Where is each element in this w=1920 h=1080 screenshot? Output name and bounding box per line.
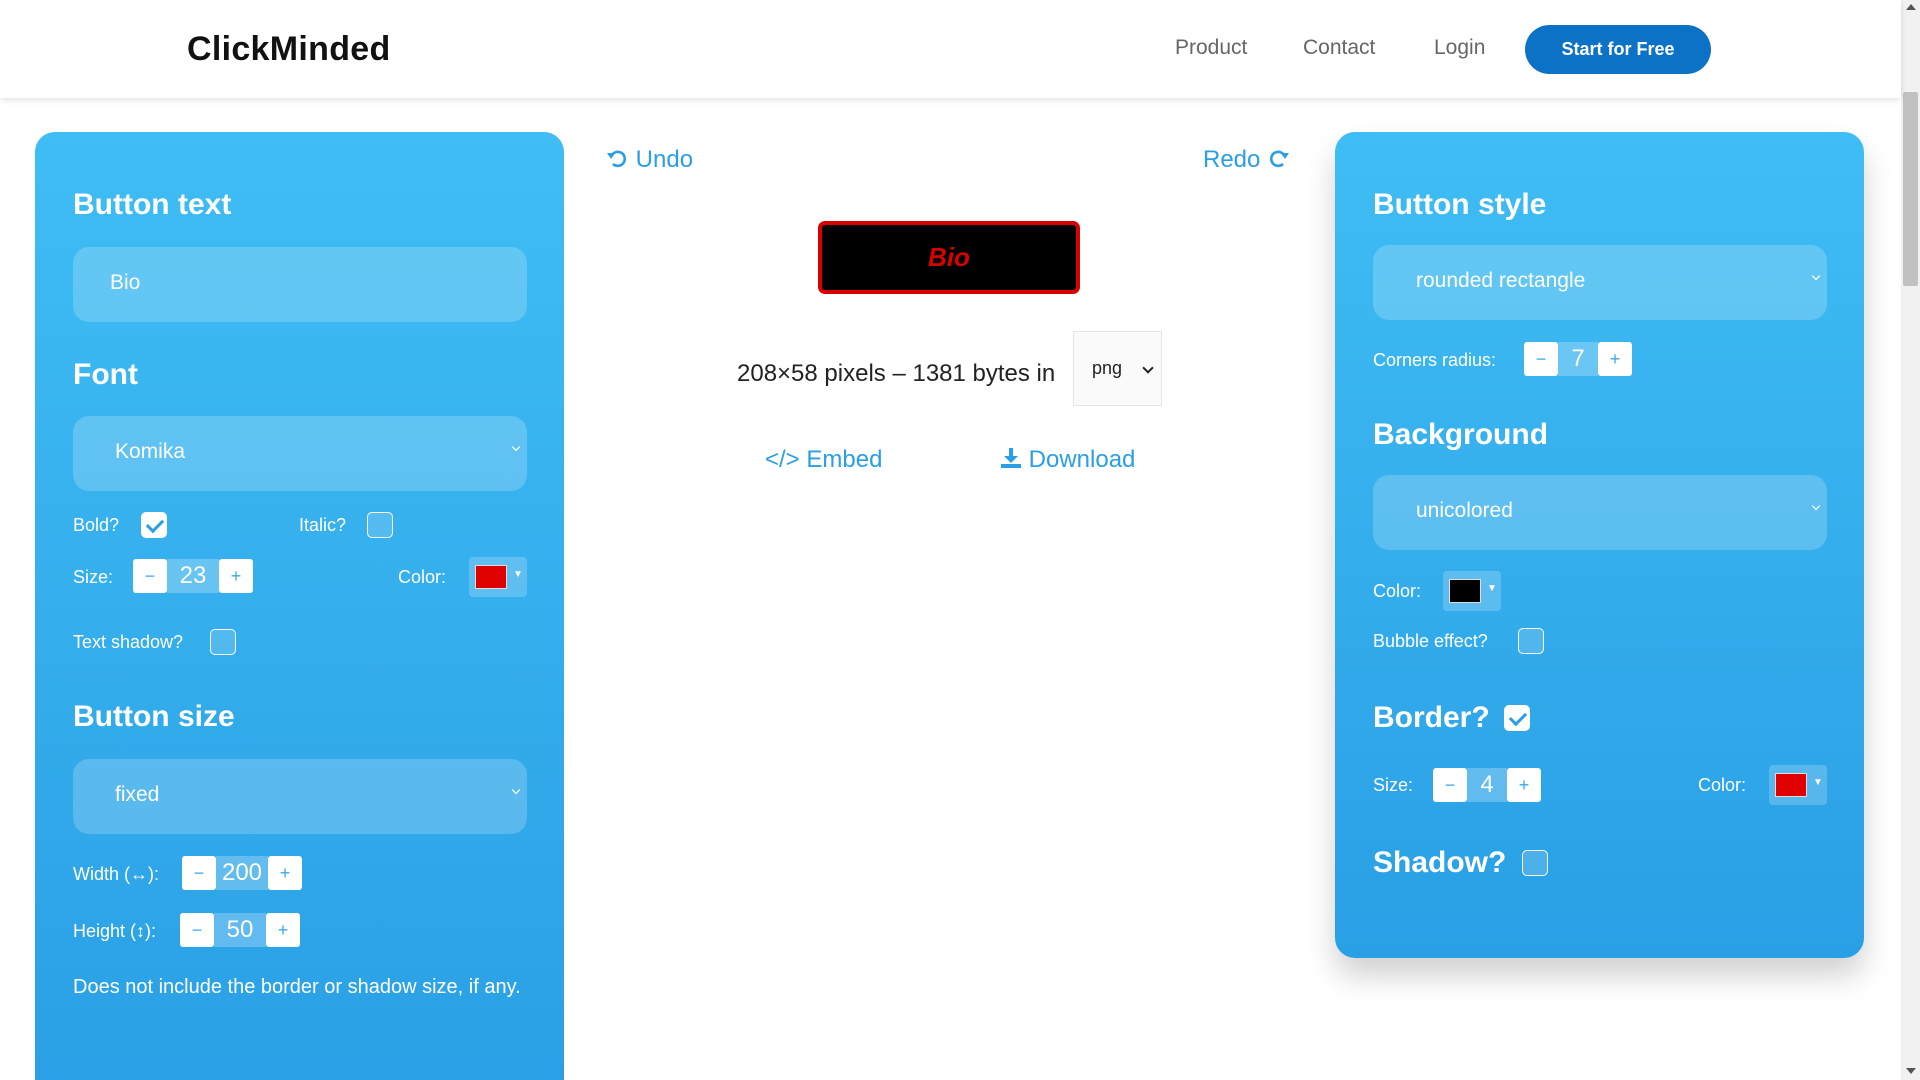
font-size-value[interactable]: 23 (167, 559, 219, 593)
button-size-select[interactable]: fixed (73, 759, 527, 834)
border-color-picker[interactable]: ▼ (1769, 765, 1827, 805)
background-color-picker[interactable]: ▼ (1443, 571, 1501, 611)
italic-checkbox[interactable] (367, 512, 393, 538)
height-decrement-button[interactable]: − (180, 913, 214, 947)
format-value: png (1092, 358, 1123, 378)
download-icon (1001, 448, 1021, 468)
top-navbar: ClickMinded Product Contact Login Start … (0, 0, 1901, 98)
text-color-picker[interactable]: ▼ (469, 557, 527, 597)
shadow-title: Shadow? (1373, 846, 1507, 879)
button-style-value: rounded rectangle (1416, 269, 1586, 292)
style-settings-panel: Button style rounded rectangle Corners r… (1335, 132, 1864, 958)
image-meta-text: 208×58 pixels – 1381 bytes in (737, 360, 1056, 387)
font-size-increment-button[interactable]: + (219, 559, 253, 593)
font-value: Komika (115, 440, 186, 463)
undo-label: Undo (635, 146, 694, 173)
text-shadow-label: Text shadow? (73, 632, 184, 652)
redo-icon (1270, 150, 1290, 168)
background-value: unicolored (1416, 499, 1513, 522)
height-label: Height (↕): (73, 921, 157, 941)
corners-radius-decrement-button[interactable]: − (1524, 342, 1558, 376)
chevron-down-icon (1142, 362, 1154, 374)
border-color-label: Color: (1698, 775, 1747, 795)
border-color-swatch (1775, 773, 1807, 797)
text-color-swatch (475, 565, 507, 589)
font-select[interactable]: Komika (73, 416, 527, 491)
button-text-input[interactable]: Bio (73, 247, 527, 322)
font-title: Font (73, 358, 138, 391)
background-title: Background (1373, 418, 1549, 451)
border-title: Border? (1373, 701, 1490, 734)
nav-product-link[interactable]: Product (1175, 36, 1247, 60)
border-size-increment-button[interactable]: + (1507, 768, 1541, 802)
chevron-down-icon (511, 442, 521, 452)
width-value[interactable]: 200 (216, 856, 268, 890)
corners-radius-label: Corners radius: (1373, 350, 1497, 370)
scroll-thumb[interactable] (1903, 92, 1918, 286)
redo-label: Redo (1203, 146, 1261, 173)
scroll-up-arrow-icon[interactable] (1906, 4, 1916, 10)
height-stepper: − 50 + (180, 913, 300, 947)
embed-label: Embed (806, 446, 883, 473)
width-increment-button[interactable]: + (268, 856, 302, 890)
size-note: Does not include the border or shadow si… (73, 976, 521, 998)
download-label: Download (1028, 446, 1136, 473)
height-value[interactable]: 50 (214, 913, 266, 947)
undo-button[interactable]: Undo (605, 146, 693, 174)
bold-checkbox[interactable] (141, 512, 167, 538)
button-size-value: fixed (115, 783, 160, 806)
site-logo[interactable]: ClickMinded (187, 30, 391, 69)
font-size-label: Size: (73, 567, 114, 587)
download-button[interactable]: Download (1000, 446, 1135, 474)
redo-button[interactable]: Redo (1203, 146, 1291, 174)
text-shadow-checkbox[interactable] (210, 629, 236, 655)
caret-down-icon: ▼ (1813, 777, 1823, 788)
background-select[interactable]: unicolored (1373, 475, 1827, 550)
format-select[interactable]: png (1073, 331, 1162, 406)
border-checkbox[interactable] (1504, 705, 1530, 731)
corners-radius-value[interactable]: 7 (1558, 342, 1598, 376)
corners-radius-increment-button[interactable]: + (1598, 342, 1632, 376)
text-settings-panel: Button text Bio Font Komika Bold? Italic… (35, 132, 564, 1080)
width-decrement-button[interactable]: − (182, 856, 216, 890)
width-stepper: − 200 + (182, 856, 302, 890)
background-color-label: Color: (1373, 581, 1422, 601)
shadow-checkbox[interactable] (1522, 850, 1548, 876)
border-size-value[interactable]: 4 (1467, 768, 1507, 802)
button-text-title: Button text (73, 188, 232, 221)
scroll-down-arrow-icon[interactable] (1906, 1068, 1916, 1074)
button-style-title: Button style (1373, 188, 1547, 221)
font-size-decrement-button[interactable]: − (133, 559, 167, 593)
font-size-stepper: − 23 + (133, 559, 253, 593)
border-size-decrement-button[interactable]: − (1433, 768, 1467, 802)
bubble-effect-checkbox[interactable] (1518, 628, 1544, 654)
height-increment-button[interactable]: + (266, 913, 300, 947)
undo-icon (607, 150, 626, 168)
corners-radius-stepper: − 7 + (1524, 342, 1632, 376)
caret-down-icon: ▼ (513, 569, 523, 580)
embed-button[interactable]: </> Embed (765, 446, 882, 474)
italic-label: Italic? (299, 515, 347, 535)
background-color-swatch (1449, 579, 1481, 603)
bold-label: Bold? (73, 515, 120, 535)
text-color-label: Color: (398, 567, 447, 587)
nav-contact-link[interactable]: Contact (1303, 36, 1375, 60)
border-size-label: Size: (1373, 775, 1414, 795)
button-preview: Bio (818, 221, 1080, 294)
button-style-select[interactable]: rounded rectangle (1373, 245, 1827, 320)
width-label: Width (↔): (73, 864, 160, 884)
page-scrollbar[interactable] (1901, 0, 1920, 1080)
button-text-value: Bio (110, 271, 141, 294)
button-size-title: Button size (73, 700, 235, 733)
border-size-stepper: − 4 + (1433, 768, 1541, 802)
caret-down-icon: ▼ (1487, 583, 1497, 594)
nav-login-link[interactable]: Login (1434, 36, 1485, 60)
chevron-down-icon (511, 785, 521, 795)
chevron-down-icon (1811, 501, 1821, 511)
chevron-down-icon (1811, 271, 1821, 281)
bubble-effect-label: Bubble effect? (1373, 631, 1488, 651)
code-icon: </> (765, 446, 800, 473)
start-for-free-button[interactable]: Start for Free (1525, 25, 1711, 74)
